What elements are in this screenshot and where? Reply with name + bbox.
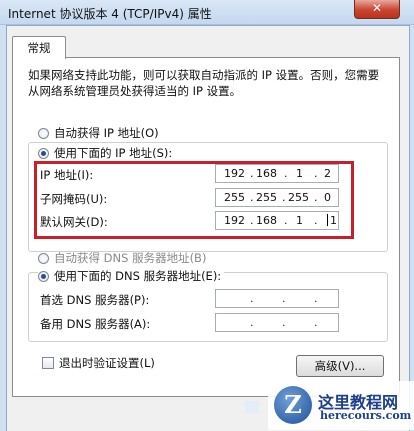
close-button[interactable]: ✕ [354, 0, 400, 19]
radio-manual-dns-indicator[interactable] [38, 270, 49, 282]
radio-auto-ip-indicator[interactable] [38, 127, 49, 139]
octet-dot: . [250, 292, 254, 305]
checkbox-box[interactable] [42, 357, 54, 369]
validate-on-exit-checkbox[interactable]: 退出时验证设置(L) [42, 355, 155, 371]
description-text: 如果网络支持此功能，则可以获取自动指派的 IP 设置。否则，您需要从网络系统管理… [28, 68, 380, 98]
window-title: Internet 协议版本 4 (TCP/IPv4) 属性 [8, 7, 212, 21]
radio-manual-dns[interactable]: 使用下面的 DNS 服务器地址(E): [38, 268, 225, 284]
octet-dot: . [282, 292, 286, 305]
radio-auto-ip[interactable]: 自动获得 IP 地址(O) [38, 125, 159, 141]
alternate-dns-input[interactable]: . . . [215, 313, 339, 332]
alternate-dns-label: 备用 DNS 服务器(A): [40, 317, 151, 331]
watermark: Z 这里教程网 herecours.com [268, 381, 414, 430]
close-icon: ✕ [371, 1, 383, 15]
radio-manual-ip-label: 使用下面的 IP 地址(S): [54, 146, 173, 160]
octet-dot: . [314, 292, 318, 305]
watermark-logo: Z [274, 386, 312, 424]
radio-auto-dns-label: 自动获得 DNS 服务器地址(B) [54, 251, 207, 265]
radio-auto-dns-indicator[interactable] [38, 252, 49, 264]
title-bar: Internet 协议版本 4 (TCP/IPv4) 属性 ✕ [0, 0, 414, 25]
preferred-dns-label: 首选 DNS 服务器(P): [40, 293, 150, 307]
octet-dot: . [250, 316, 254, 329]
validate-on-exit-label: 退出时验证设置(L) [59, 356, 155, 370]
watermark-fragment [245, 401, 259, 413]
octet-dot: . [282, 316, 286, 329]
radio-manual-ip[interactable]: 使用下面的 IP 地址(S): [38, 145, 176, 161]
radio-manual-ip-indicator[interactable] [38, 147, 49, 159]
tab-general[interactable]: 常规 [12, 36, 66, 59]
octet-dot: . [314, 316, 318, 329]
preferred-dns-input[interactable]: . . . [215, 289, 339, 308]
highlight-annotation-box [34, 161, 354, 239]
radio-auto-ip-label: 自动获得 IP 地址(O) [54, 126, 159, 140]
radio-manual-dns-label: 使用下面的 DNS 服务器地址(E): [54, 269, 222, 283]
advanced-button[interactable]: 高级(V)... [296, 355, 384, 377]
radio-auto-dns[interactable]: 自动获得 DNS 服务器地址(B) [38, 250, 206, 266]
watermark-url: herecours.com [320, 409, 412, 422]
